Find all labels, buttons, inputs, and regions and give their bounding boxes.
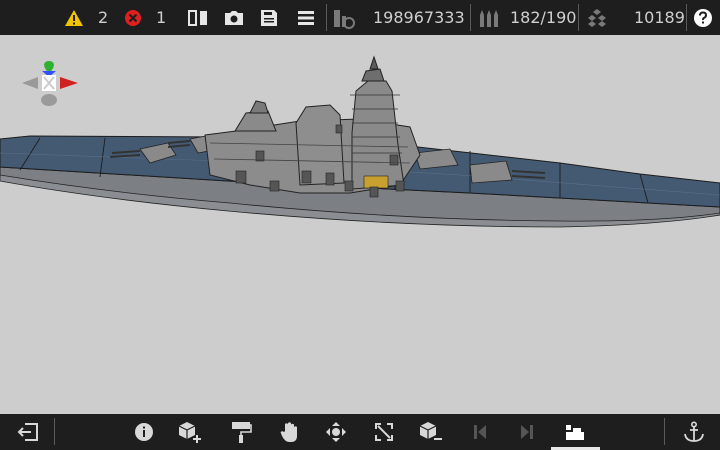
screenshot-button[interactable] <box>224 0 244 35</box>
ammo-value: 182/190 <box>510 8 577 27</box>
toolbar-divider <box>470 4 471 31</box>
error-icon <box>124 9 142 27</box>
step-back-icon <box>471 423 489 441</box>
warnings-count: 2 <box>98 8 109 27</box>
move-icon <box>325 421 347 443</box>
anchor-button[interactable] <box>676 414 712 450</box>
toolbar-divider <box>686 4 687 31</box>
resources-icon <box>586 8 608 28</box>
resize-icon <box>373 421 395 443</box>
remove-block-button[interactable] <box>413 414 449 450</box>
block-count: 198967333 <box>333 0 465 35</box>
block-count-value: 198967333 <box>373 8 465 27</box>
mirror-button[interactable] <box>188 0 208 35</box>
command-tower <box>351 80 405 190</box>
hand-icon <box>279 421 299 443</box>
add-block-button[interactable] <box>172 414 208 450</box>
resize-button[interactable] <box>366 414 402 450</box>
info-icon <box>134 422 154 442</box>
resource-cost: 10189 <box>586 0 685 35</box>
step-back-button[interactable] <box>462 414 498 450</box>
remove-block-icon <box>419 421 443 443</box>
hand-tool-button[interactable] <box>271 414 307 450</box>
toolbar-divider <box>54 418 55 445</box>
save-button[interactable] <box>260 0 278 35</box>
resource-cost-value: 10189 <box>634 8 685 27</box>
top-toolbar: 2 1 198967333 182/190 10189 <box>0 0 720 35</box>
ship-scene <box>0 55 720 228</box>
toolbar-divider <box>664 418 665 445</box>
step-forward-button[interactable] <box>509 414 545 450</box>
toolbar-divider <box>326 4 327 31</box>
paint-button[interactable] <box>223 414 259 450</box>
block-count-icon <box>333 7 355 29</box>
3d-viewport[interactable] <box>0 35 720 414</box>
save-icon <box>260 9 278 27</box>
exit-button[interactable] <box>10 414 46 450</box>
toolbar-divider <box>578 4 579 31</box>
build-mode-button[interactable] <box>557 414 593 450</box>
orientation-gizmo[interactable] <box>20 57 80 109</box>
help-icon <box>693 8 713 28</box>
warning-icon <box>64 9 84 27</box>
paint-icon <box>230 421 252 443</box>
info-button[interactable] <box>126 414 162 450</box>
menu-icon <box>297 10 315 26</box>
step-forward-icon <box>518 423 536 441</box>
errors-indicator[interactable]: 1 <box>124 0 166 35</box>
add-block-icon <box>178 421 202 443</box>
camera-icon <box>224 9 244 27</box>
build-mode-icon <box>564 422 586 442</box>
errors-count: 1 <box>156 8 167 27</box>
move-button[interactable] <box>318 414 354 450</box>
ammo-icon <box>478 8 500 28</box>
bottom-toolbar <box>0 414 720 450</box>
tower-highlight <box>363 175 389 189</box>
anchor-icon <box>683 421 705 443</box>
warnings-indicator[interactable]: 2 <box>64 0 108 35</box>
menu-button[interactable] <box>297 0 315 35</box>
mirror-icon <box>188 9 208 27</box>
help-button[interactable] <box>693 0 713 35</box>
exit-icon <box>17 422 39 442</box>
ammo-count: 182/190 <box>478 0 576 35</box>
